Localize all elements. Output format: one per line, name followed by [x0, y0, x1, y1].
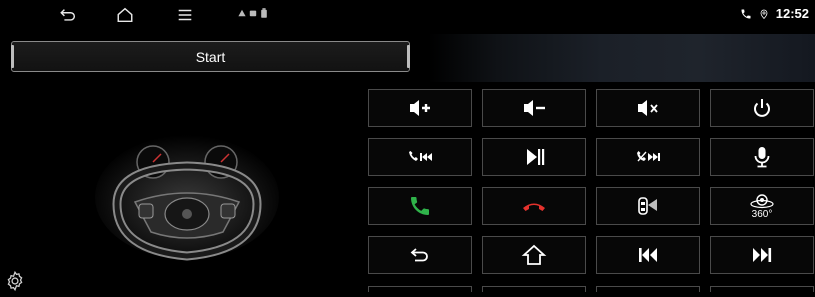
key-row-partial	[596, 286, 700, 292]
phone-hangup-icon	[523, 203, 545, 211]
power-icon	[754, 99, 770, 117]
next-track-key[interactable]	[710, 236, 814, 274]
menu-icon[interactable]	[174, 5, 196, 25]
camera-360-icon	[750, 193, 774, 208]
mute-key[interactable]	[596, 89, 700, 127]
previous-track-icon	[639, 248, 657, 262]
home-key[interactable]	[482, 236, 586, 274]
key-row-partial	[368, 286, 472, 292]
location-icon	[760, 9, 768, 19]
battery-icon	[261, 8, 267, 18]
volume-up-icon	[410, 100, 430, 116]
volume-down-key[interactable]	[482, 89, 586, 127]
hangup-next-icon	[637, 151, 660, 162]
phone-icon	[741, 9, 751, 18]
key-row-partial	[482, 286, 586, 292]
volume-up-key[interactable]	[368, 89, 472, 127]
settings-gear-icon[interactable]	[4, 270, 26, 292]
power-key[interactable]	[710, 89, 814, 127]
start-button[interactable]: Start	[11, 41, 410, 72]
card-icon	[249, 10, 257, 17]
notification-icons	[238, 8, 268, 18]
hangup-next-key[interactable]	[596, 138, 700, 176]
end-call-key[interactable]	[482, 187, 586, 225]
mic-key[interactable]	[710, 138, 814, 176]
back-icon[interactable]	[57, 5, 79, 25]
home-icon[interactable]	[114, 5, 136, 25]
car-door-key[interactable]	[596, 187, 700, 225]
answer-call-key[interactable]	[368, 187, 472, 225]
mute-icon	[638, 100, 658, 116]
camera-360-label: 360°	[751, 208, 773, 220]
back-key[interactable]	[368, 236, 472, 274]
camera-360-key[interactable]: 360°	[710, 187, 814, 225]
status-bar: 12:52	[0, 0, 815, 30]
play-pause-key[interactable]	[482, 138, 586, 176]
steering-wheel-image	[95, 135, 279, 261]
status-indicators: 12:52	[740, 6, 809, 21]
play-pause-icon	[527, 149, 545, 165]
start-button-label: Start	[195, 48, 226, 65]
next-track-icon	[753, 248, 772, 262]
back-icon	[410, 248, 428, 262]
car-door-icon	[638, 197, 657, 215]
previous-track-key[interactable]	[596, 236, 700, 274]
banner-gradient	[428, 34, 815, 82]
call-previous-key[interactable]	[368, 138, 472, 176]
phone-answer-icon	[411, 197, 429, 215]
key-row-partial	[710, 286, 814, 292]
volume-down-icon	[524, 100, 545, 116]
warning-icon	[238, 9, 246, 17]
mic-icon	[754, 147, 770, 168]
call-previous-icon	[409, 151, 432, 161]
clock: 12:52	[775, 6, 809, 21]
home-icon	[521, 244, 547, 265]
